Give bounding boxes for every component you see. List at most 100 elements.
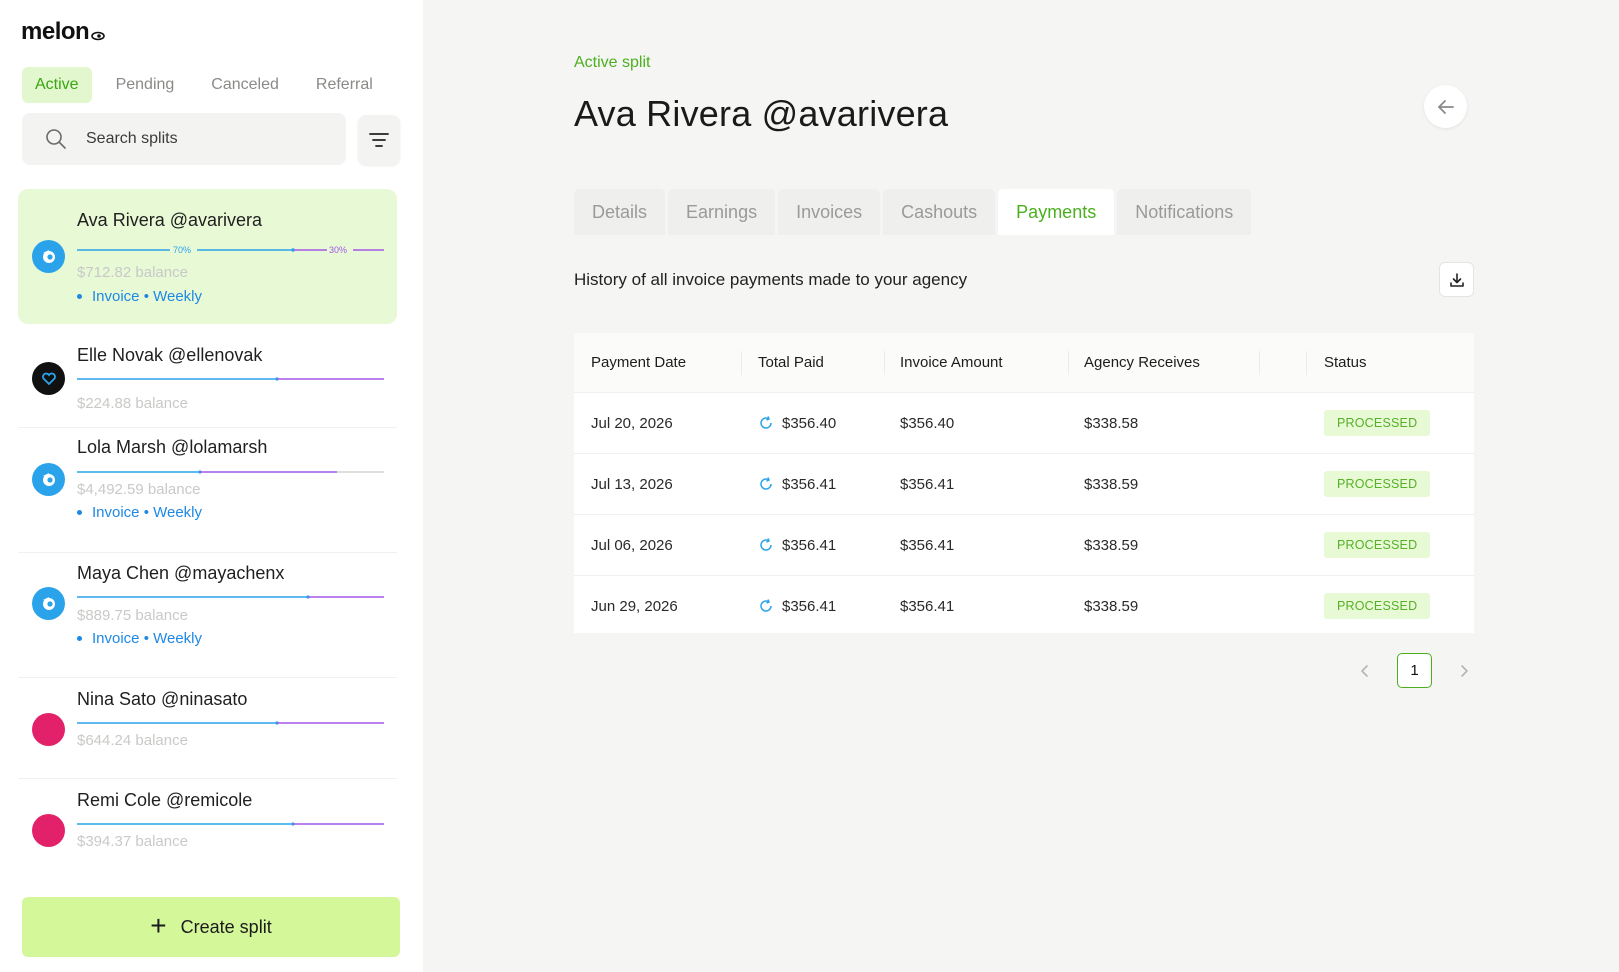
split-left-pct: 70%	[173, 245, 191, 255]
total-paid-value: $356.41	[782, 597, 837, 615]
cell-agency-receives: $338.59	[1084, 475, 1139, 493]
split-item[interactable]: Ava Rivera @avarivera 70% 30% $712.82 ba…	[18, 189, 397, 324]
status-tab-canceled[interactable]: Canceled	[198, 67, 292, 103]
table-row[interactable]: Jul 13, 2026 $356.41 $356.41 $338.59 PRO…	[574, 454, 1474, 515]
chevron-left-icon	[1361, 664, 1368, 677]
recurring-icon	[760, 477, 772, 490]
bullet-icon	[77, 510, 82, 515]
total-paid-value: $356.41	[782, 536, 837, 554]
split-ratio-bar	[77, 816, 384, 826]
table-row[interactable]: Jul 20, 2026 $356.40 $356.40 $338.58 PRO…	[574, 393, 1474, 454]
tab-notifications[interactable]: Notifications	[1117, 189, 1252, 235]
split-balance: $4,492.59 balance	[77, 481, 201, 498]
split-balance: $889.75 balance	[77, 607, 188, 624]
split-meta: Invoice • Weekly	[77, 630, 202, 647]
split-item[interactable]: Remi Cole @remicole $394.37 balance	[18, 780, 397, 880]
split-meta-text: Invoice • Weekly	[92, 504, 203, 521]
blue-bird-icon	[32, 240, 65, 273]
tab-earnings[interactable]: Earnings	[668, 189, 776, 235]
section-description: History of all invoice payments made to …	[574, 270, 968, 289]
download-button[interactable]	[1439, 262, 1474, 297]
pagination: 1	[1355, 653, 1474, 688]
next-page-button[interactable]	[1454, 661, 1474, 681]
split-item[interactable]: Maya Chen @mayachenx $889.75 balance Inv…	[18, 554, 397, 678]
cell-total-paid: $356.41	[758, 454, 836, 514]
cell-status: PROCESSED	[1324, 576, 1431, 636]
tab-payments[interactable]: Payments	[998, 189, 1115, 235]
total-paid-value: $356.40	[782, 414, 837, 432]
tab-details[interactable]: Details	[574, 189, 666, 235]
column-header-total-paid: Total Paid	[758, 354, 824, 371]
search-icon	[46, 129, 66, 149]
split-meta-text: Invoice • Weekly	[92, 288, 203, 305]
status-tab-active[interactable]: Active	[22, 67, 92, 103]
arrow-left-icon	[1437, 99, 1454, 114]
status-badge: PROCESSED	[1324, 532, 1431, 558]
search-input[interactable]	[86, 130, 316, 148]
split-item[interactable]: Nina Sato @ninasato $644.24 balance	[18, 679, 397, 779]
blue-bird-icon	[32, 587, 65, 620]
tab-invoices[interactable]: Invoices	[778, 189, 881, 235]
status-badge: PROCESSED	[1324, 410, 1431, 436]
cell-invoice-amount: $356.41	[900, 536, 955, 554]
split-ratio-bar: 70% 30%	[77, 242, 384, 255]
split-balance: $644.24 balance	[77, 732, 188, 749]
split-ratio-bar	[77, 464, 384, 474]
recurring-icon	[760, 538, 772, 551]
page-title: Ava Rivera @avarivera	[574, 93, 949, 134]
table-row[interactable]: Jun 29, 2026 $356.41 $356.41 $338.59 PRO…	[574, 576, 1474, 637]
split-name: Lola Marsh @lolamarsh	[77, 437, 268, 457]
filter-icon	[369, 133, 389, 147]
split-meta: Invoice • Weekly	[77, 288, 202, 305]
recurring-icon	[760, 599, 772, 612]
cell-agency-receives: $338.58	[1084, 414, 1139, 432]
create-split-label: Create split	[180, 916, 272, 937]
column-header-status: Status	[1324, 354, 1367, 371]
table-row[interactable]: Jul 06, 2026 $356.41 $356.41 $338.59 PRO…	[574, 515, 1474, 576]
prev-page-button[interactable]	[1355, 661, 1375, 681]
split-meta: Invoice • Weekly	[77, 504, 202, 521]
split-item[interactable]: Elle Novak @ellenovak $224.88 balance	[18, 328, 397, 428]
split-name: Remi Cole @remicole	[77, 790, 253, 810]
cell-agency-receives: $338.59	[1084, 536, 1139, 554]
cell-agency-receives: $338.59	[1084, 597, 1139, 615]
status-tab-pending[interactable]: Pending	[103, 67, 188, 103]
download-icon	[1449, 272, 1464, 287]
blue-bird-icon	[32, 463, 65, 496]
back-button[interactable]	[1424, 85, 1467, 128]
cell-invoice-amount: $356.41	[900, 475, 955, 493]
split-tabs: Details Earnings Invoices Cashouts Payme…	[574, 189, 1254, 235]
cell-status: PROCESSED	[1324, 515, 1431, 575]
brand-logo[interactable]: melon	[21, 18, 105, 46]
status-badge: PROCESSED	[1324, 471, 1431, 497]
split-name: Maya Chen @mayachenx	[77, 563, 285, 583]
split-balance: $394.37 balance	[77, 833, 188, 850]
melon-logo-icon	[91, 31, 105, 41]
split-item[interactable]: Lola Marsh @lolamarsh $4,492.59 balance …	[18, 429, 397, 553]
chevron-right-icon	[1461, 664, 1468, 677]
plus-icon: +	[150, 909, 167, 941]
split-name: Ava Rivera @avarivera	[77, 210, 263, 230]
column-header-agency-receives: Agency Receives	[1084, 354, 1200, 371]
search-box	[22, 113, 346, 165]
status-tabs: Active Pending Canceled Referral	[22, 67, 397, 103]
tab-cashouts[interactable]: Cashouts	[883, 189, 996, 235]
split-balance: $712.82 balance	[77, 264, 188, 281]
cell-payment-date: Jul 06, 2026	[591, 536, 673, 554]
page-number-button[interactable]: 1	[1397, 653, 1432, 688]
split-name: Elle Novak @ellenovak	[77, 345, 263, 365]
brand-name: melon	[21, 18, 90, 45]
split-right-pct: 30%	[329, 245, 347, 255]
filter-button[interactable]	[358, 115, 400, 165]
payments-table: Payment Date Total Paid Invoice Amount A…	[574, 333, 1474, 633]
cell-total-paid: $356.41	[758, 515, 836, 575]
column-header-invoice-amount: Invoice Amount	[900, 354, 1003, 371]
cell-payment-date: Jun 29, 2026	[591, 597, 678, 615]
status-tab-referral[interactable]: Referral	[303, 67, 386, 103]
page-eyebrow: Active split	[574, 54, 651, 71]
create-split-button[interactable]: + Create split	[22, 897, 400, 957]
main-content: Active split Ava Rivera @avarivera Detai…	[423, 0, 1619, 972]
avatar-pink	[32, 713, 65, 746]
split-name: Nina Sato @ninasato	[77, 689, 248, 709]
cell-status: PROCESSED	[1324, 454, 1431, 514]
